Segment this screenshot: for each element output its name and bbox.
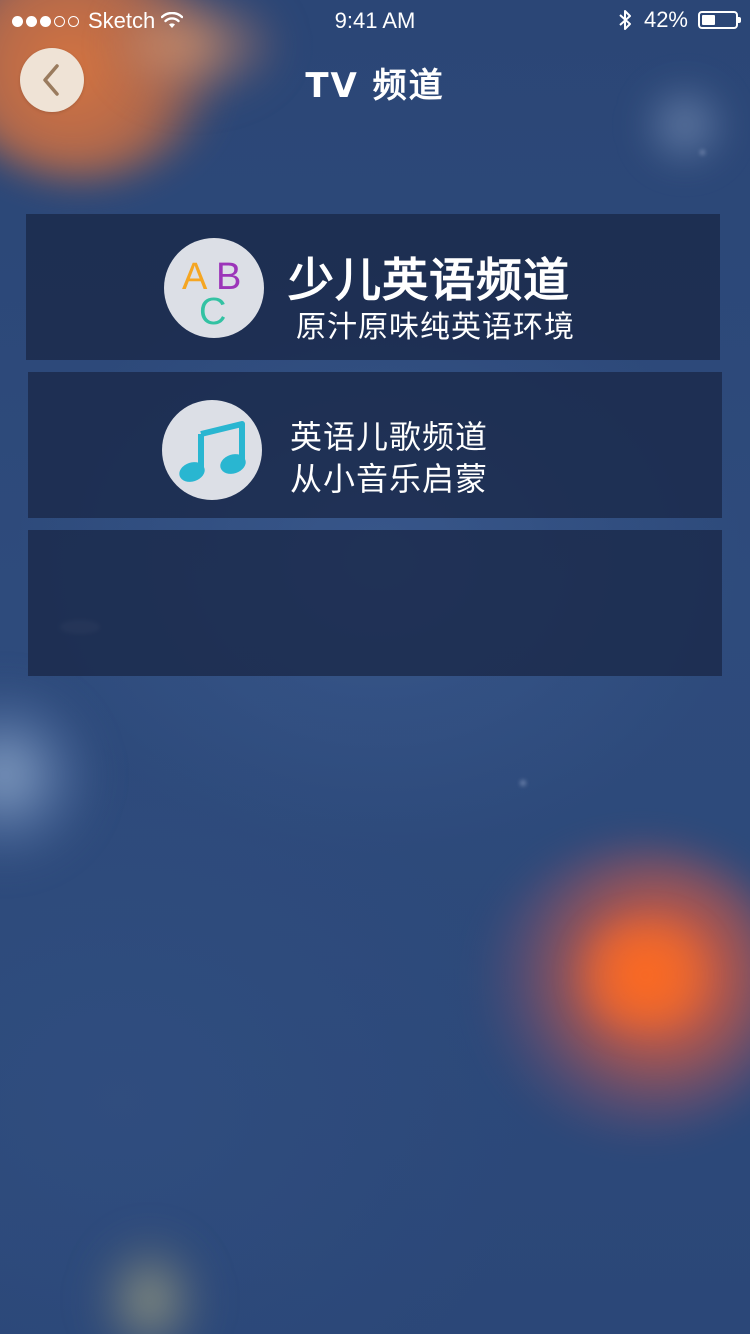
music-note-icon — [179, 421, 246, 482]
page-title: TV 频道 — [305, 66, 445, 106]
bluetooth-icon — [619, 10, 631, 30]
channel-card-kids-english[interactable]: A B C 少儿英语频道 原汁原味纯英语环境 — [26, 214, 720, 360]
planet-core-decoration — [570, 920, 720, 1030]
comet-decoration — [90, 1230, 210, 1334]
channel-subtitle: 原汁原味纯英语环境 — [296, 310, 575, 345]
channel-card-english-songs[interactable]: 英语儿歌频道 从小音乐启蒙 — [28, 372, 722, 518]
battery-level-fill — [702, 15, 716, 25]
star-speck — [520, 780, 526, 786]
channel-title: 少儿英语频道 — [288, 253, 570, 307]
status-right: 42% — [618, 7, 741, 33]
status-bar: Sketch 9:41 AM 42% — [0, 0, 750, 40]
channel-card-empty[interactable] — [28, 530, 722, 676]
channel-title: 英语儿歌频道 — [290, 418, 489, 456]
abc-letter-c: C — [199, 291, 227, 333]
battery-percent: 42% — [643, 7, 688, 32]
star-speck — [700, 150, 705, 155]
abc-icon: A B C — [164, 238, 264, 338]
battery-icon — [698, 11, 741, 29]
music-note-icon-circle — [162, 400, 262, 500]
nebula-decoration-left — [0, 680, 100, 870]
channel-subtitle: 从小音乐启蒙 — [290, 460, 489, 498]
